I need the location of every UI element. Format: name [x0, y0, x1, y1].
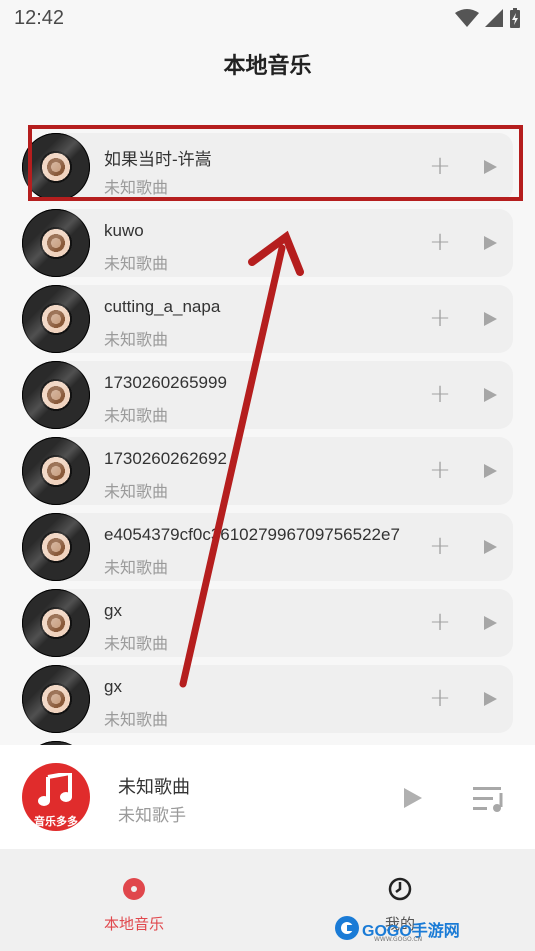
add-icon[interactable]: + — [428, 457, 452, 483]
list-item[interactable]: cutting_a_napa 未知歌曲 + — [22, 285, 513, 353]
watermark-url: WWW.GOGO.CN — [374, 936, 423, 943]
list-item[interactable]: 如果当时-许嵩 未知歌曲 + — [22, 133, 513, 201]
song-subtitle: 未知歌曲 — [104, 178, 169, 197]
play-icon[interactable] — [484, 236, 497, 250]
mini-player[interactable]: 音乐多多 未知歌曲 未知歌手 — [0, 745, 535, 849]
watermark: GOGO手游网 WWW.GOGO.CN — [334, 912, 474, 944]
playlist-icon[interactable] — [473, 785, 507, 813]
disc-icon — [22, 665, 90, 733]
song-subtitle: 未知歌曲 — [104, 482, 169, 501]
album-art[interactable]: 音乐多多 — [22, 763, 90, 831]
status-icons — [455, 8, 521, 28]
song-name: 如果当时-许嵩 — [104, 150, 212, 169]
disc-icon — [123, 878, 145, 900]
list-item[interactable]: 1730260262692 未知歌曲 + — [22, 437, 513, 505]
tab-local-music[interactable]: 本地音乐 — [34, 849, 234, 951]
list-item[interactable]: kuwo 未知歌曲 + — [22, 209, 513, 277]
song-subtitle: 未知歌曲 — [104, 558, 169, 577]
add-icon[interactable]: + — [428, 609, 452, 635]
song-name: 1730260262692 — [104, 449, 227, 468]
play-icon[interactable] — [484, 616, 497, 630]
wifi-icon — [455, 9, 479, 27]
clock-icon — [388, 877, 412, 901]
song-name: gx — [104, 677, 122, 696]
disc-icon — [22, 361, 90, 429]
add-icon[interactable]: + — [428, 381, 452, 407]
list-item[interactable]: 1730260265999 未知歌曲 + — [22, 361, 513, 429]
add-icon[interactable]: + — [428, 229, 452, 255]
list-item[interactable]: gx 未知歌曲 + — [22, 665, 513, 733]
song-subtitle: 未知歌曲 — [104, 406, 169, 425]
add-icon[interactable]: + — [428, 305, 452, 331]
song-subtitle: 未知歌曲 — [104, 330, 169, 349]
player-title: 未知歌曲 — [118, 777, 190, 798]
disc-icon — [22, 133, 90, 201]
list-item[interactable]: gx 未知歌曲 + — [22, 589, 513, 657]
play-icon[interactable] — [484, 160, 497, 174]
page-title: 本地音乐 — [223, 54, 312, 79]
play-icon[interactable] — [484, 312, 497, 326]
signal-icon — [485, 9, 503, 27]
song-name: kuwo — [104, 221, 144, 240]
album-text: 音乐多多 — [34, 815, 78, 828]
add-icon[interactable]: + — [428, 153, 452, 179]
music-note-icon — [38, 773, 72, 806]
battery-icon — [510, 8, 520, 28]
play-icon[interactable] — [404, 788, 422, 808]
disc-icon — [22, 589, 90, 657]
disc-icon — [22, 437, 90, 505]
tab-label: 本地音乐 — [103, 915, 164, 933]
song-subtitle: 未知歌曲 — [104, 254, 169, 273]
watermark-logo-icon — [335, 916, 359, 940]
add-icon[interactable]: + — [428, 533, 452, 559]
song-subtitle: 未知歌曲 — [104, 710, 169, 729]
song-subtitle: 未知歌曲 — [104, 634, 169, 653]
play-icon[interactable] — [484, 388, 497, 402]
disc-icon — [22, 209, 90, 277]
song-name: gx — [104, 601, 122, 620]
play-icon[interactable] — [484, 692, 497, 706]
player-artist: 未知歌手 — [118, 806, 186, 826]
song-name: 1730260265999 — [104, 373, 227, 392]
play-icon[interactable] — [484, 464, 497, 478]
status-time: 12:42 — [14, 6, 65, 29]
song-name: cutting_a_napa — [104, 297, 221, 316]
play-icon[interactable] — [484, 540, 497, 554]
disc-icon — [22, 513, 90, 581]
status-bar: 12:42 — [0, 0, 535, 36]
song-list[interactable]: 如果当时-许嵩 未知歌曲 + kuwo 未知歌曲 + cutting_a_nap… — [0, 133, 535, 745]
add-icon[interactable]: + — [428, 685, 452, 711]
disc-icon — [22, 285, 90, 353]
song-name: e4054379cf0c361027996709756522e7 — [104, 525, 400, 544]
list-item[interactable]: e4054379cf0c361027996709756522e7 未知歌曲 + — [22, 513, 513, 581]
